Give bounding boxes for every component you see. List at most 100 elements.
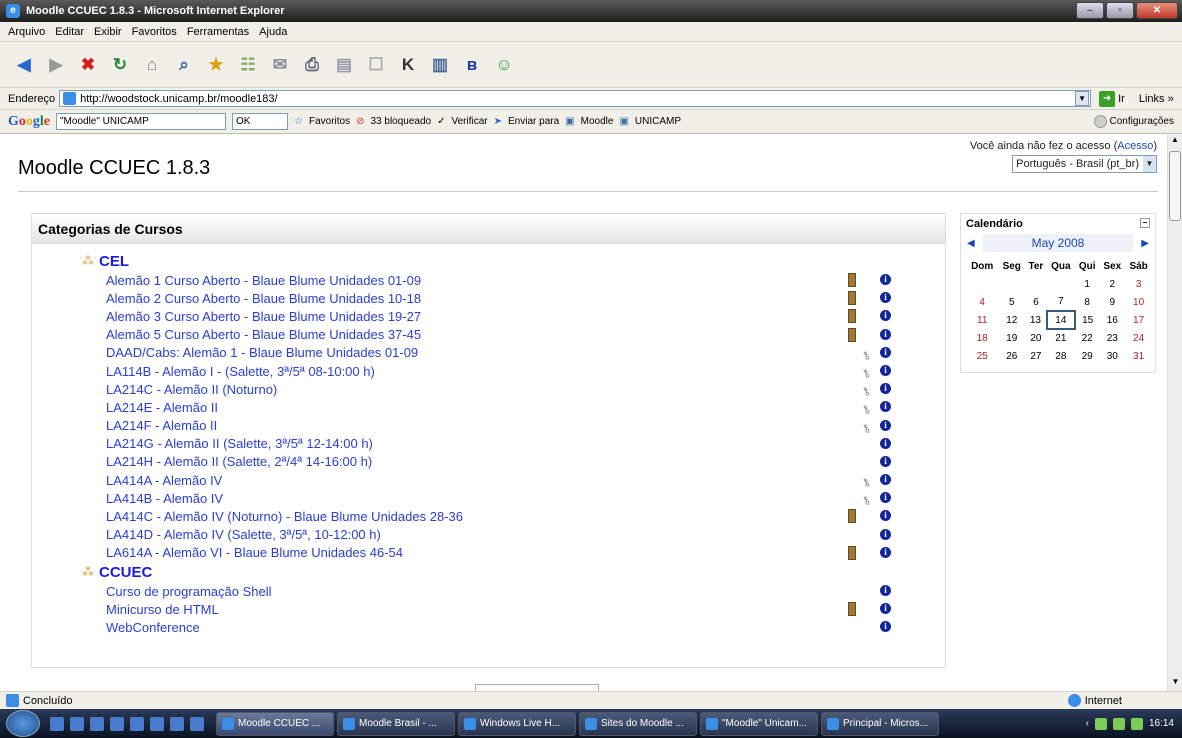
info-icon[interactable]: i: [880, 621, 891, 633]
calendar-day[interactable]: 6: [1025, 293, 1047, 311]
google-ok-button[interactable]: OK: [232, 113, 288, 130]
google-send-button[interactable]: Enviar para: [508, 116, 559, 127]
calendar-day[interactable]: 10: [1125, 293, 1152, 311]
prev-month-icon[interactable]: ◀: [967, 238, 975, 249]
help-quick-icon[interactable]: [190, 716, 204, 731]
course-link[interactable]: LA214E - Alemão II: [106, 400, 218, 415]
favorites-icon[interactable]: ★: [204, 53, 228, 77]
calendar-day[interactable]: 11: [966, 311, 998, 329]
calendar-day[interactable]: 23: [1099, 329, 1125, 347]
vertical-scrollbar[interactable]: ▲ ▼: [1167, 135, 1182, 691]
show-desktop-icon[interactable]: [50, 716, 64, 731]
next-month-icon[interactable]: ▶: [1141, 238, 1149, 249]
calendar-day[interactable]: 8: [1075, 293, 1099, 311]
course-link[interactable]: LA214G - Alemão II (Salette, 3ª/5ª 12-14…: [106, 436, 373, 451]
calendar-day[interactable]: 24: [1125, 329, 1152, 347]
taskbar-button[interactable]: Principal - Micros...: [821, 711, 939, 736]
course-link[interactable]: WebConference: [106, 620, 200, 635]
maximize-button[interactable]: ▫: [1106, 2, 1134, 19]
info-icon[interactable]: i: [880, 292, 891, 304]
start-button[interactable]: [6, 710, 40, 737]
course-link[interactable]: LA414A - Alemão IV: [106, 473, 222, 488]
calendar-day[interactable]: 21: [1047, 329, 1075, 347]
info-icon[interactable]: i: [880, 383, 891, 395]
info-icon[interactable]: i: [880, 310, 891, 322]
print-icon[interactable]: ⎙: [300, 53, 324, 77]
calendar-today[interactable]: 14: [1045, 310, 1077, 330]
info-icon[interactable]: i: [880, 274, 891, 285]
media-quick-icon[interactable]: [150, 716, 164, 731]
forward-icon[interactable]: ▶: [44, 53, 68, 77]
taskbar-button[interactable]: Moodle Brasil - ...: [337, 711, 455, 736]
search-icon[interactable]: ⌕: [172, 53, 196, 77]
messenger-icon[interactable]: ☺: [492, 53, 516, 77]
close-button[interactable]: ✕: [1136, 2, 1178, 19]
calendar-day[interactable]: 22: [1075, 329, 1099, 347]
k-icon[interactable]: K: [396, 53, 420, 77]
taskbar-button[interactable]: "Moodle" Unicam...: [700, 711, 818, 736]
course-link[interactable]: LA414B - Alemão IV: [106, 491, 223, 506]
chrome-quick-icon[interactable]: [170, 716, 184, 731]
book-icon[interactable]: ▥: [428, 53, 452, 77]
calendar-day[interactable]: 26: [998, 347, 1025, 365]
calendar-day[interactable]: 13: [1025, 311, 1047, 329]
calendar-day[interactable]: 27: [1025, 347, 1047, 365]
calendar-day[interactable]: 4: [966, 293, 998, 311]
bluetooth-icon[interactable]: ʙ: [460, 53, 484, 77]
links-button[interactable]: Links »: [1139, 93, 1174, 105]
excel-quick-icon[interactable]: [110, 716, 124, 731]
antivirus-icon[interactable]: [1130, 717, 1143, 730]
calendar-day[interactable]: 19: [998, 329, 1025, 347]
info-icon[interactable]: i: [880, 437, 891, 449]
stop-icon[interactable]: ✖: [76, 53, 100, 77]
course-link[interactable]: LA414D - Alemão IV (Salette, 3ª/5ª, 10-1…: [106, 527, 381, 542]
info-icon[interactable]: i: [880, 492, 891, 504]
refresh-icon[interactable]: ↻: [108, 53, 132, 77]
course-link[interactable]: LA414C - Alemão IV (Noturno) - Blaue Blu…: [106, 509, 463, 524]
calendar-day[interactable]: 25: [966, 347, 998, 365]
calendar-day[interactable]: 2: [1099, 275, 1125, 293]
calendar-day[interactable]: 5: [998, 293, 1025, 311]
calendar-day[interactable]: 1: [1075, 275, 1099, 293]
google-blocked-button[interactable]: 33 bloqueado: [370, 116, 431, 127]
collapse-icon[interactable]: −: [1140, 218, 1150, 228]
calendar-day[interactable]: 18: [966, 329, 998, 347]
course-link[interactable]: LA614A - Alemão VI - Blaue Blume Unidade…: [106, 545, 403, 560]
course-link[interactable]: Curso de programação Shell: [106, 584, 271, 599]
calendar-month[interactable]: May 2008: [982, 234, 1134, 252]
course-link[interactable]: Alemão 5 Curso Aberto - Blaue Blume Unid…: [106, 327, 421, 342]
messenger-quick-icon[interactable]: [130, 716, 144, 731]
info-icon[interactable]: i: [880, 401, 891, 413]
menu-ferramentas[interactable]: Ferramentas: [187, 26, 249, 38]
calendar-day[interactable]: 29: [1075, 347, 1099, 365]
course-link[interactable]: Alemão 1 Curso Aberto - Blaue Blume Unid…: [106, 273, 421, 288]
minimize-button[interactable]: –: [1076, 2, 1104, 19]
google-unicamp-link[interactable]: UNICAMP: [635, 116, 681, 127]
info-icon[interactable]: i: [880, 603, 891, 615]
google-search-input[interactable]: "Moodle" UNICAMP: [56, 113, 226, 130]
course-link[interactable]: Minicurso de HTML: [106, 602, 219, 617]
history-icon[interactable]: ☷: [236, 53, 260, 77]
edit-icon[interactable]: ▤: [332, 53, 356, 77]
taskbar-button[interactable]: Sites do Moodle ...: [579, 711, 697, 736]
scroll-down-icon[interactable]: ▼: [1168, 677, 1182, 691]
course-link[interactable]: DAAD/Cabs: Alemão 1 - Blaue Blume Unidad…: [106, 345, 418, 360]
calendar-day[interactable]: 17: [1125, 311, 1152, 329]
explorer-quick-icon[interactable]: [90, 716, 104, 731]
taskbar-button[interactable]: Moodle CCUEC ...: [216, 711, 334, 736]
category-name[interactable]: CCUEC: [99, 564, 152, 581]
course-link[interactable]: LA114B - Alemão I - (Salette, 3ª/5ª 08-1…: [106, 364, 375, 379]
category-name[interactable]: CEL: [99, 253, 129, 270]
info-icon[interactable]: i: [880, 474, 891, 486]
address-input[interactable]: http://woodstock.unicamp.br/moodle183/: [59, 90, 1092, 107]
info-icon[interactable]: i: [880, 346, 891, 358]
calendar-day[interactable]: 7: [1047, 293, 1075, 311]
calendar-day[interactable]: 16: [1099, 311, 1125, 329]
calendar-day[interactable]: 28: [1047, 347, 1075, 365]
info-icon[interactable]: i: [880, 419, 891, 431]
menu-exibir[interactable]: Exibir: [94, 26, 122, 38]
back-icon[interactable]: ◀: [12, 53, 36, 77]
course-link[interactable]: Alemão 3 Curso Aberto - Blaue Blume Unid…: [106, 309, 421, 324]
course-link[interactable]: Alemão 2 Curso Aberto - Blaue Blume Unid…: [106, 291, 421, 306]
discuss-icon[interactable]: ☐: [364, 53, 388, 77]
